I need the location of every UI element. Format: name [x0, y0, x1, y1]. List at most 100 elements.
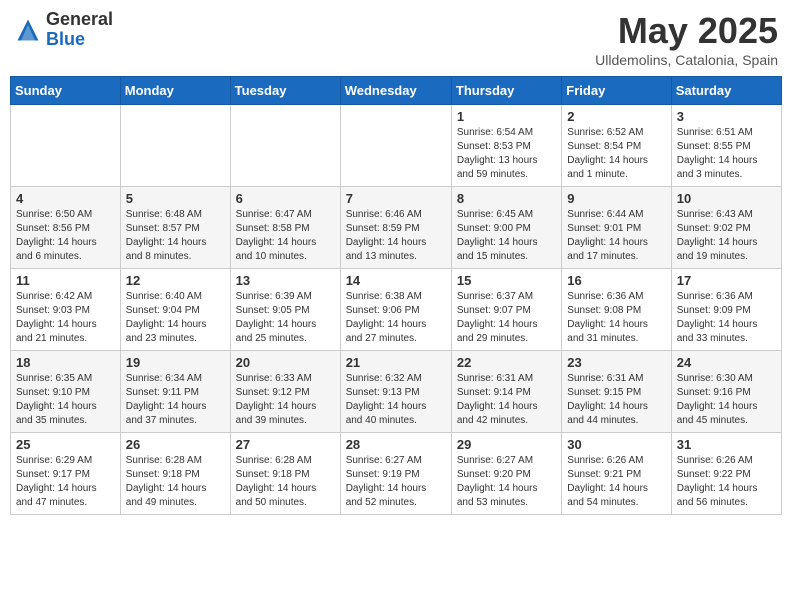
calendar-cell: 30 Sunrise: 6:26 AM Sunset: 9:21 PM Dayli… [562, 433, 671, 515]
day-number: 9 [567, 191, 665, 206]
day-number: 3 [677, 109, 776, 124]
calendar-header-row: SundayMondayTuesdayWednesdayThursdayFrid… [11, 77, 782, 105]
calendar-week-row: 25 Sunrise: 6:29 AM Sunset: 9:17 PM Dayli… [11, 433, 782, 515]
day-number: 28 [346, 437, 446, 452]
day-info: Sunrise: 6:39 AM Sunset: 9:05 PM Dayligh… [236, 290, 335, 346]
calendar-cell: 4 Sunrise: 6:50 AM Sunset: 8:56 PM Daylig… [11, 187, 121, 269]
day-info: Sunrise: 6:35 AM Sunset: 9:10 PM Dayligh… [16, 372, 115, 428]
day-number: 25 [16, 437, 115, 452]
day-number: 29 [457, 437, 556, 452]
day-info: Sunrise: 6:45 AM Sunset: 9:00 PM Dayligh… [457, 208, 556, 264]
day-number: 11 [16, 273, 115, 288]
month-title: May 2025 [595, 10, 778, 52]
logo: General Blue [14, 10, 113, 50]
calendar-cell: 28 Sunrise: 6:27 AM Sunset: 9:19 PM Dayli… [340, 433, 451, 515]
day-info: Sunrise: 6:36 AM Sunset: 9:08 PM Dayligh… [567, 290, 665, 346]
day-info: Sunrise: 6:38 AM Sunset: 9:06 PM Dayligh… [346, 290, 446, 346]
day-info: Sunrise: 6:26 AM Sunset: 9:21 PM Dayligh… [567, 454, 665, 510]
day-info: Sunrise: 6:29 AM Sunset: 9:17 PM Dayligh… [16, 454, 115, 510]
calendar-table: SundayMondayTuesdayWednesdayThursdayFrid… [10, 76, 782, 515]
calendar-cell: 10 Sunrise: 6:43 AM Sunset: 9:02 PM Dayli… [671, 187, 781, 269]
day-header-saturday: Saturday [671, 77, 781, 105]
day-number: 19 [126, 355, 225, 370]
calendar-cell: 15 Sunrise: 6:37 AM Sunset: 9:07 PM Dayli… [451, 269, 561, 351]
day-header-wednesday: Wednesday [340, 77, 451, 105]
day-info: Sunrise: 6:28 AM Sunset: 9:18 PM Dayligh… [236, 454, 335, 510]
day-info: Sunrise: 6:30 AM Sunset: 9:16 PM Dayligh… [677, 372, 776, 428]
calendar-cell: 18 Sunrise: 6:35 AM Sunset: 9:10 PM Dayli… [11, 351, 121, 433]
day-info: Sunrise: 6:27 AM Sunset: 9:19 PM Dayligh… [346, 454, 446, 510]
calendar-week-row: 1 Sunrise: 6:54 AM Sunset: 8:53 PM Daylig… [11, 105, 782, 187]
calendar-cell: 27 Sunrise: 6:28 AM Sunset: 9:18 PM Dayli… [230, 433, 340, 515]
day-header-monday: Monday [120, 77, 230, 105]
day-info: Sunrise: 6:27 AM Sunset: 9:20 PM Dayligh… [457, 454, 556, 510]
day-number: 4 [16, 191, 115, 206]
day-info: Sunrise: 6:33 AM Sunset: 9:12 PM Dayligh… [236, 372, 335, 428]
calendar-cell: 21 Sunrise: 6:32 AM Sunset: 9:13 PM Dayli… [340, 351, 451, 433]
day-header-friday: Friday [562, 77, 671, 105]
day-info: Sunrise: 6:32 AM Sunset: 9:13 PM Dayligh… [346, 372, 446, 428]
day-info: Sunrise: 6:50 AM Sunset: 8:56 PM Dayligh… [16, 208, 115, 264]
day-info: Sunrise: 6:31 AM Sunset: 9:15 PM Dayligh… [567, 372, 665, 428]
day-number: 6 [236, 191, 335, 206]
day-number: 10 [677, 191, 776, 206]
day-info: Sunrise: 6:34 AM Sunset: 9:11 PM Dayligh… [126, 372, 225, 428]
day-info: Sunrise: 6:26 AM Sunset: 9:22 PM Dayligh… [677, 454, 776, 510]
calendar-cell: 3Sunrise: 6:51 AM Sunset: 8:55 PM Daylig… [671, 105, 781, 187]
day-info: Sunrise: 6:42 AM Sunset: 9:03 PM Dayligh… [16, 290, 115, 346]
day-number: 15 [457, 273, 556, 288]
calendar-cell [120, 105, 230, 187]
day-info: Sunrise: 6:28 AM Sunset: 9:18 PM Dayligh… [126, 454, 225, 510]
calendar-cell: 31Sunrise: 6:26 AM Sunset: 9:22 PM Dayli… [671, 433, 781, 515]
day-header-sunday: Sunday [11, 77, 121, 105]
day-info: Sunrise: 6:48 AM Sunset: 8:57 PM Dayligh… [126, 208, 225, 264]
day-info: Sunrise: 6:44 AM Sunset: 9:01 PM Dayligh… [567, 208, 665, 264]
calendar-cell: 2Sunrise: 6:52 AM Sunset: 8:54 PM Daylig… [562, 105, 671, 187]
day-number: 2 [567, 109, 665, 124]
day-info: Sunrise: 6:40 AM Sunset: 9:04 PM Dayligh… [126, 290, 225, 346]
day-info: Sunrise: 6:37 AM Sunset: 9:07 PM Dayligh… [457, 290, 556, 346]
day-number: 14 [346, 273, 446, 288]
day-info: Sunrise: 6:43 AM Sunset: 9:02 PM Dayligh… [677, 208, 776, 264]
day-info: Sunrise: 6:31 AM Sunset: 9:14 PM Dayligh… [457, 372, 556, 428]
page-header: General Blue May 2025 Ulldemolins, Catal… [10, 10, 782, 68]
day-number: 13 [236, 273, 335, 288]
day-number: 5 [126, 191, 225, 206]
calendar-cell: 14 Sunrise: 6:38 AM Sunset: 9:06 PM Dayli… [340, 269, 451, 351]
location-text: Ulldemolins, Catalonia, Spain [595, 52, 778, 68]
day-number: 1 [457, 109, 556, 124]
day-number: 27 [236, 437, 335, 452]
calendar-cell [11, 105, 121, 187]
day-number: 22 [457, 355, 556, 370]
logo-icon [14, 16, 42, 44]
calendar-cell: 8 Sunrise: 6:45 AM Sunset: 9:00 PM Daylig… [451, 187, 561, 269]
day-info: Sunrise: 6:54 AM Sunset: 8:53 PM Dayligh… [457, 126, 556, 182]
day-info: Sunrise: 6:47 AM Sunset: 8:58 PM Dayligh… [236, 208, 335, 264]
day-info: Sunrise: 6:46 AM Sunset: 8:59 PM Dayligh… [346, 208, 446, 264]
day-number: 7 [346, 191, 446, 206]
calendar-cell [230, 105, 340, 187]
day-number: 17 [677, 273, 776, 288]
calendar-cell: 9 Sunrise: 6:44 AM Sunset: 9:01 PM Daylig… [562, 187, 671, 269]
calendar-cell: 11 Sunrise: 6:42 AM Sunset: 9:03 PM Dayli… [11, 269, 121, 351]
day-number: 12 [126, 273, 225, 288]
calendar-cell: 29 Sunrise: 6:27 AM Sunset: 9:20 PM Dayli… [451, 433, 561, 515]
calendar-cell: 20Sunrise: 6:33 AM Sunset: 9:12 PM Dayli… [230, 351, 340, 433]
day-info: Sunrise: 6:36 AM Sunset: 9:09 PM Dayligh… [677, 290, 776, 346]
calendar-cell: 13 Sunrise: 6:39 AM Sunset: 9:05 PM Dayli… [230, 269, 340, 351]
calendar-week-row: 4 Sunrise: 6:50 AM Sunset: 8:56 PM Daylig… [11, 187, 782, 269]
day-header-tuesday: Tuesday [230, 77, 340, 105]
calendar-cell: 25 Sunrise: 6:29 AM Sunset: 9:17 PM Dayli… [11, 433, 121, 515]
day-number: 18 [16, 355, 115, 370]
calendar-cell: 1 Sunrise: 6:54 AM Sunset: 8:53 PM Daylig… [451, 105, 561, 187]
calendar-cell: 24 Sunrise: 6:30 AM Sunset: 9:16 PM Dayli… [671, 351, 781, 433]
day-number: 8 [457, 191, 556, 206]
day-number: 24 [677, 355, 776, 370]
logo-general-text: General [46, 9, 113, 29]
day-header-thursday: Thursday [451, 77, 561, 105]
calendar-cell: 26 Sunrise: 6:28 AM Sunset: 9:18 PM Dayli… [120, 433, 230, 515]
calendar-cell [340, 105, 451, 187]
day-number: 30 [567, 437, 665, 452]
day-number: 21 [346, 355, 446, 370]
day-number: 26 [126, 437, 225, 452]
